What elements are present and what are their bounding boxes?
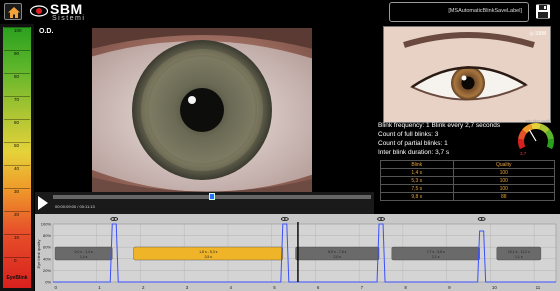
blink-marker-dot	[283, 218, 286, 220]
interval-duration: 2,0 s	[334, 255, 342, 259]
app-window: SBM Sistemi [MSAutomaticBlinkSaveLabel] …	[0, 0, 560, 291]
blink-table: Blink Quality 1,4 s 100 5,3 s 100 7,5 s …	[380, 160, 556, 201]
x-tick-label: 11	[536, 285, 541, 290]
x-tick-label: 7	[361, 285, 364, 290]
quality-scale-label: 60	[14, 120, 20, 125]
quality-scale-label: 20	[14, 212, 20, 217]
blink-timeline-chart[interactable]: 100% 80% 60% 40% 20% 0% Eye blink quality 0 1 2 3 4…	[35, 214, 560, 291]
header-bar: SBM Sistemi [MSAutomaticBlinkSaveLabel]	[0, 0, 560, 24]
autosave-label-box: [MSAutomaticBlinkSaveLabel]	[389, 2, 529, 22]
cell-quality: 88	[452, 192, 556, 201]
cell-quality: 100	[452, 176, 556, 185]
autosave-label: [MSAutomaticBlinkSaveLabel]	[448, 8, 522, 14]
x-tick-label: 8	[404, 285, 407, 290]
interval-duration: 3,5 s	[204, 255, 212, 259]
quality-scale-label: 30	[14, 189, 20, 194]
inter-blink-duration: Inter blink duration: 3,7 s	[378, 149, 450, 156]
blink-marker-dot	[380, 218, 382, 220]
logo-mark-icon	[30, 5, 48, 17]
y-tick-label: 20%	[43, 268, 51, 273]
blink-frequency: Blink frequency: 1 Blink every 2,7 secon…	[378, 122, 501, 129]
x-tick-label: 4	[229, 285, 232, 290]
interval-duration: 1,4 s	[80, 255, 88, 259]
save-button[interactable]	[534, 3, 552, 20]
y-tick-label: 60%	[43, 245, 51, 250]
gauge-segment	[530, 123, 542, 130]
eye-illustration: ◎ SBM	[383, 26, 551, 123]
cell-blink-time: 7,5 s	[380, 184, 454, 193]
quality-scale-label: 100	[14, 28, 22, 33]
home-icon	[8, 7, 20, 18]
gauge-value: 3.7	[520, 151, 527, 156]
quality-scale-title: EyeBlink	[6, 275, 28, 281]
blink-stats: Blink frequency: 1 Blink every 2,7 secon…	[378, 121, 501, 157]
gauge-segment	[545, 129, 554, 140]
gauge-segment	[518, 138, 526, 150]
sbm-logo: SBM Sistemi	[30, 1, 110, 23]
cell-blink-time: 9,8 s	[380, 192, 454, 201]
quality-scale-label: 80	[14, 74, 20, 79]
column-header-quality: Quality	[452, 160, 556, 169]
illustration-brand: ◎ SBM	[529, 31, 546, 37]
gauge-needle	[528, 129, 537, 142]
x-tick-label: 3	[186, 285, 189, 290]
x-tick-label: 9	[448, 285, 451, 290]
interval-duration: 2,1 s	[432, 255, 440, 259]
x-tick-label: 2	[142, 285, 145, 290]
logo-subtitle: Sistemi	[52, 15, 86, 22]
interval-label: 10,1 s - 11,2 s	[508, 250, 530, 254]
table-row[interactable]: 1,4 s 100	[380, 168, 556, 177]
y-tick-label: 40%	[43, 256, 51, 261]
y-tick-label: 0%	[45, 280, 51, 285]
cell-blink-time: 5,3 s	[380, 176, 454, 185]
quality-scale-tick	[4, 257, 30, 258]
quality-scale-label: 0	[14, 258, 17, 263]
column-header-blink: Blink	[380, 160, 454, 169]
cell-blink-time: 1,4 s	[380, 168, 454, 177]
cell-quality: 100	[452, 184, 556, 193]
gauge-title: Inter blink quality	[524, 119, 552, 123]
quality-scale-label: 40	[14, 166, 20, 171]
y-axis-title: Eye blink quality	[36, 240, 41, 269]
y-tick-label: 100%	[41, 222, 52, 227]
quality-scale-label: 70	[14, 97, 20, 102]
gauge-segment	[539, 123, 550, 134]
video-panel: O.D.	[35, 24, 374, 214]
playback-thumb[interactable]	[209, 193, 215, 200]
quality-scale: 100 90 80 70 60 50 40 30 20 10 0 EyeBlink	[0, 24, 34, 291]
table-row[interactable]: 7,5 s 100	[380, 184, 556, 193]
table-header-row: Blink Quality	[380, 160, 556, 169]
home-button[interactable]	[4, 3, 22, 20]
quality-scale-label: 50	[14, 143, 20, 148]
partial-blinks-count: Count of partial blinks: 1	[378, 140, 448, 147]
gauge-segment	[518, 129, 527, 140]
x-tick-label: 10	[492, 285, 498, 290]
quality-scale-label: 10	[14, 235, 20, 240]
cell-quality: 100	[452, 168, 556, 177]
quality-gradient	[3, 27, 31, 288]
floppy-disk-icon	[536, 4, 550, 19]
quality-scale-label: 90	[14, 51, 20, 56]
full-blinks-count: Count of full blinks: 3	[378, 131, 439, 138]
x-tick-label: 5	[273, 285, 276, 290]
blink-marker-dot	[113, 218, 116, 220]
interval-label: 5,5 s - 7,5 s	[328, 250, 347, 254]
table-row[interactable]: 5,3 s 100	[380, 176, 556, 185]
x-tick-label: 1	[98, 285, 101, 290]
playback-bar: 00:00:09:00 / 00:11:13	[35, 192, 374, 214]
table-row[interactable]: 9,8 s 88	[380, 192, 556, 201]
interval-duration: 1,1 s	[515, 255, 523, 259]
y-tick-label: 80%	[43, 233, 51, 238]
gauge-segment	[546, 138, 554, 150]
x-tick-label: 0	[55, 285, 58, 290]
interval-label: 7,7 s - 9,8 s	[427, 250, 446, 254]
blink-marker-dot	[480, 218, 483, 220]
play-button[interactable]	[38, 196, 48, 210]
timecode: 00:00:09:00 / 00:11:13	[55, 204, 95, 209]
eye-video-frame[interactable]	[92, 28, 312, 199]
x-tick-label: 6	[317, 285, 320, 290]
interval-label: 0,0 s - 1,4 s	[74, 250, 93, 254]
eye-side-label: O.D.	[39, 28, 54, 35]
interval-label: 1,8 s - 5,3 s	[199, 250, 218, 254]
